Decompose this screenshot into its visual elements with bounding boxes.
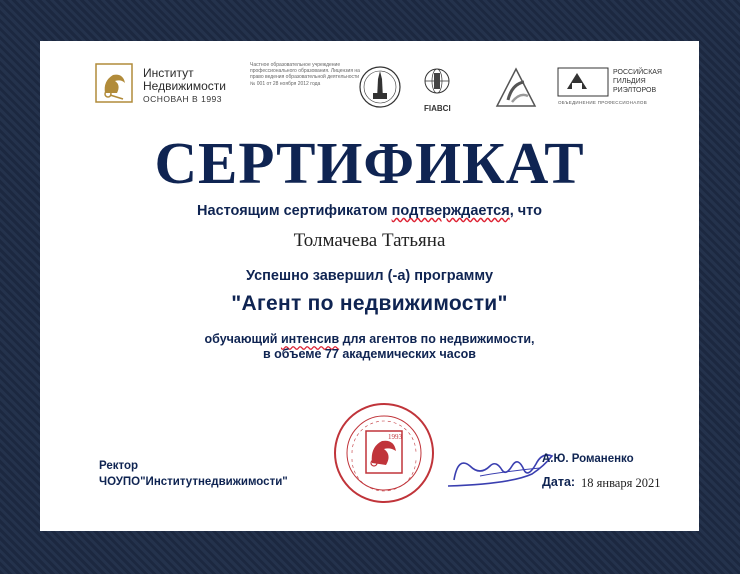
seal-year: 1993	[388, 433, 403, 441]
certificate-sheet: Институт Недвижимости ОСНОВАН В 1993 Час…	[40, 41, 699, 531]
certificate-title: СЕРТИФИКАТ	[154, 130, 585, 196]
date-label: Дата:	[542, 475, 576, 489]
guild-name: РОССИЙСКАЯ ГИЛЬДИЯ РИЭЛТОРОВ	[613, 69, 662, 94]
program-name: "Агент по недвижимости"	[231, 292, 508, 315]
holder-name: Толмачева Татьяна	[293, 230, 446, 251]
fiabci-globe-icon	[424, 68, 450, 94]
fiabci-label: FIABCI	[424, 104, 451, 113]
institute-founded: ОСНОВАН В 1993	[143, 94, 222, 104]
guild-house-logo-icon	[557, 67, 609, 97]
institute-seal-stamp-icon: 1993	[334, 403, 434, 503]
program-description: обучающий интенсив для агентов по недвиж…	[204, 332, 535, 361]
date-value: 18 января 2021	[581, 476, 661, 490]
completed-text: Успешно завершил (-а) программу	[245, 268, 494, 284]
confirm-text: Настоящим сертификатом подтверждается, ч…	[197, 203, 542, 219]
logo-strip: Институт Недвижимости ОСНОВАН В 1993 Час…	[40, 41, 699, 121]
association-triangle-logo-icon	[495, 67, 537, 107]
signer-name: А.Ю. Романенко	[542, 453, 634, 465]
institute-lion-logo-icon	[95, 63, 133, 103]
rector-block: Ректор ЧОУПО"Институтнедвижимости"	[99, 460, 288, 488]
guild-subtitle: ОБЪЕДИНЕНИЕ ПРОФЕССИОНАЛОВ	[558, 100, 648, 105]
institute-name: Институт Недвижимости	[143, 66, 227, 93]
license-text: Частное образовательное учреждение профе…	[250, 62, 360, 87]
building-emblem-icon	[359, 66, 401, 108]
